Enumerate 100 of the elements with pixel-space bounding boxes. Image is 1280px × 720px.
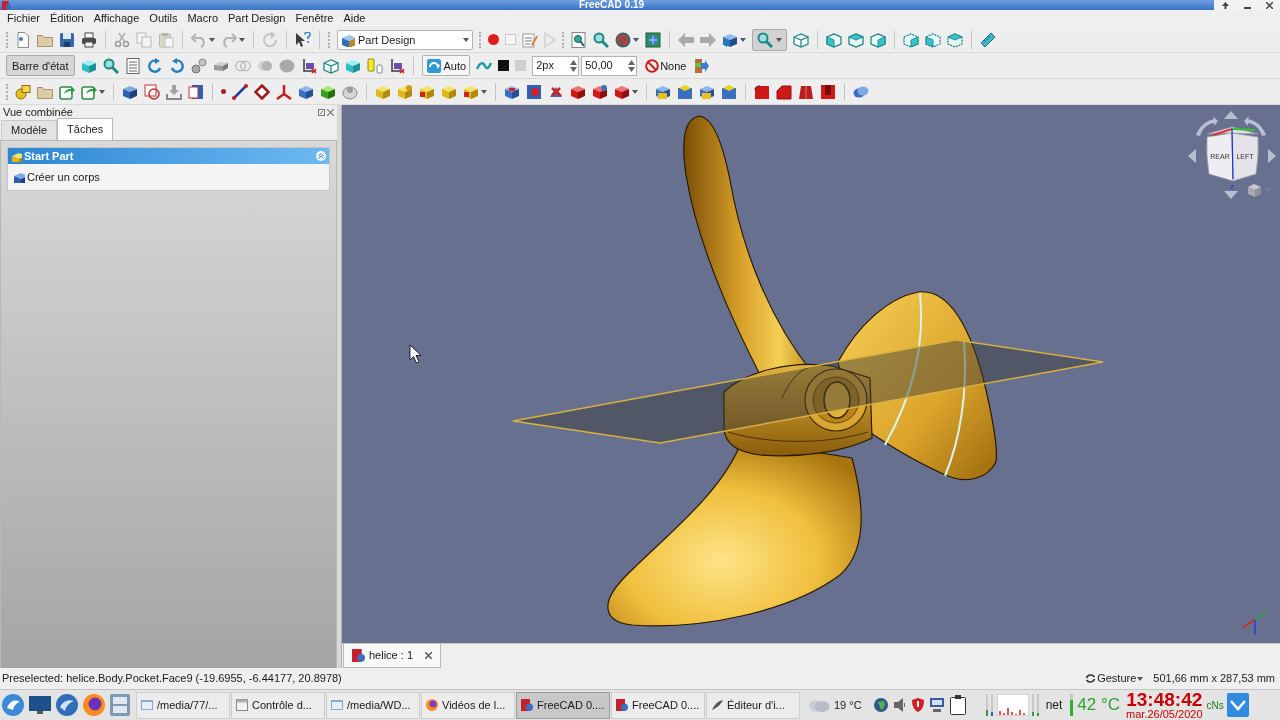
arrow-up-icon[interactable] <box>1224 111 1238 119</box>
taskbar-button[interactable]: Vidéos de l... <box>421 691 515 719</box>
refresh-square-icon[interactable] <box>425 57 442 74</box>
page-magnifier-icon[interactable] <box>571 31 587 48</box>
bars-icon[interactable] <box>366 57 383 74</box>
printer-icon[interactable] <box>81 31 97 48</box>
cube-menu-icon[interactable] <box>1248 184 1261 197</box>
save-icon[interactable] <box>59 31 75 48</box>
new-file-icon[interactable] <box>15 31 31 48</box>
diamond-icon[interactable] <box>254 83 270 100</box>
cube-view-icon[interactable] <box>826 31 842 48</box>
menu-item[interactable]: Macro <box>187 11 218 26</box>
cube-view-icon[interactable] <box>848 31 864 48</box>
ring-icon[interactable] <box>426 699 438 711</box>
magnifier-icon[interactable] <box>102 57 119 74</box>
hollow-block-icon[interactable] <box>820 83 836 100</box>
forbidden-icon[interactable] <box>645 58 660 73</box>
workbench-dropdown[interactable]: Part Design <box>337 29 473 50</box>
taskbar-button[interactable]: Contrôle d... <box>231 691 325 719</box>
magnifier-icon[interactable] <box>593 31 609 48</box>
magnifier-icon[interactable] <box>757 31 773 48</box>
view-cube[interactable] <box>1206 126 1259 182</box>
close-icon[interactable] <box>1265 1 1273 9</box>
swoosh-circle-icon[interactable] <box>56 694 78 716</box>
crosshair-square-icon[interactable] <box>645 31 661 48</box>
arrow-left-icon[interactable] <box>1188 149 1196 163</box>
app-logo-icon[interactable] <box>616 699 628 711</box>
menu-item[interactable]: Outils <box>149 11 178 26</box>
block-icon[interactable] <box>655 83 671 100</box>
caret-icon[interactable] <box>632 89 638 94</box>
block-icon[interactable] <box>122 83 138 100</box>
shapes-icon[interactable] <box>15 83 31 100</box>
caret-icon[interactable] <box>740 37 746 42</box>
rotate-right-icon[interactable] <box>168 57 185 74</box>
toolbar-handle[interactable] <box>562 31 565 48</box>
download-tray-icon[interactable] <box>166 83 182 100</box>
ruler-icon[interactable] <box>980 31 996 48</box>
menu-item[interactable]: Aide <box>343 11 366 26</box>
color-swatch-icon[interactable] <box>515 60 527 71</box>
arrow-right-icon[interactable] <box>1268 149 1276 163</box>
taskbar-button[interactable]: /media/WD... <box>326 691 420 719</box>
taskbar-button[interactable]: FreeCAD 0.... <box>516 691 610 719</box>
task-box-header[interactable]: Start Part <box>8 148 329 164</box>
fillet-icon[interactable] <box>754 83 770 100</box>
menu-item[interactable]: Fenêtre <box>295 11 334 26</box>
none-button[interactable]: None <box>643 55 689 76</box>
taskbar-button[interactable]: Éditeur d'i... <box>706 691 800 719</box>
block-icon[interactable] <box>341 32 355 47</box>
auto-button[interactable]: Auto <box>421 55 471 76</box>
cube-icon[interactable] <box>344 57 361 74</box>
status-bar-toggle[interactable]: Barre d'état <box>6 55 75 76</box>
close-icon[interactable] <box>327 108 334 116</box>
trapezoid-icon[interactable] <box>798 83 814 100</box>
speaker-icon[interactable] <box>893 698 906 712</box>
caret-icon[interactable] <box>776 37 782 42</box>
notepad-pencil-icon[interactable] <box>522 31 538 48</box>
navigation-style-button[interactable]: Gesture <box>1085 670 1144 687</box>
ring-icon[interactable] <box>83 694 105 716</box>
toolbar-handle[interactable] <box>6 83 9 100</box>
monitor-icon[interactable] <box>929 698 944 712</box>
cube-icon[interactable] <box>11 150 22 162</box>
block-icon[interactable] <box>570 83 586 100</box>
block-icon[interactable] <box>504 83 520 100</box>
zoom-menu-button[interactable] <box>752 28 787 51</box>
shield-icon[interactable] <box>911 698 924 712</box>
window-icon[interactable] <box>236 699 248 711</box>
menu-item[interactable]: Édition <box>50 11 84 26</box>
list-icon[interactable] <box>124 57 141 74</box>
up-arrow-icon[interactable] <box>1221 1 1229 9</box>
app-logo-icon[interactable] <box>352 649 365 662</box>
rotate-arrow-icon[interactable] <box>1196 116 1218 136</box>
caret-icon[interactable] <box>463 37 469 42</box>
close-icon[interactable] <box>425 652 432 659</box>
chamfer-icon[interactable] <box>776 83 792 100</box>
taskbar-button[interactable]: FreeCAD 0.... <box>611 691 705 719</box>
overlapping-rectangles-icon[interactable] <box>188 83 204 100</box>
block-icon[interactable] <box>614 83 630 100</box>
spheres-icon[interactable] <box>190 57 207 74</box>
block-icon[interactable] <box>699 83 715 100</box>
spin-arrows-icon[interactable] <box>570 59 578 72</box>
cube-view-icon[interactable] <box>925 31 941 48</box>
panel-tab[interactable]: Tâches <box>57 118 114 140</box>
cube-view-icon[interactable] <box>947 31 963 48</box>
menu-item[interactable]: Part Design <box>228 11 286 26</box>
block-icon[interactable] <box>677 83 693 100</box>
axes-icon[interactable] <box>276 83 292 100</box>
arrow-down-icon[interactable] <box>1224 191 1238 199</box>
app-logo-icon[interactable] <box>521 699 533 711</box>
file-cabinet-icon[interactable] <box>110 694 130 716</box>
panel-tab[interactable]: Modèle <box>1 120 58 140</box>
rotate-arrows-icon[interactable] <box>1085 673 1097 684</box>
caret-icon[interactable] <box>1137 676 1144 681</box>
axes-box-icon[interactable] <box>388 57 405 74</box>
caret-icon[interactable] <box>209 37 215 42</box>
spin-arrows-icon[interactable] <box>628 59 636 72</box>
monitor-icon[interactable] <box>29 696 51 714</box>
point-size-field[interactable]: 50,00 <box>581 55 638 76</box>
block-icon[interactable] <box>721 83 737 100</box>
block-icon[interactable] <box>13 171 25 183</box>
disc-icon[interactable] <box>342 83 358 100</box>
